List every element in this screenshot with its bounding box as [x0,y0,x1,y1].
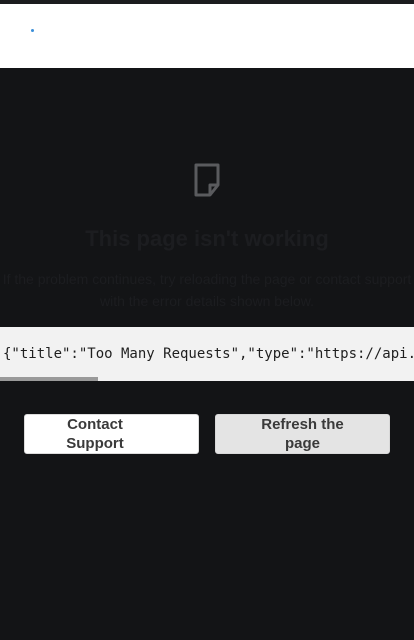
error-message-line: If the problem continues, try reloading … [2,271,412,287]
error-details-text: {"title":"Too Many Requests","type":"htt… [3,346,414,362]
header-bar [0,4,414,68]
file-icon [194,163,220,197]
refresh-page-button[interactable]: Refresh the page [215,414,390,454]
error-title: This page isn't working [85,226,329,251]
horizontal-scrollbar[interactable] [0,377,98,381]
contact-support-button[interactable]: Contact Support [24,414,199,454]
loading-indicator [31,29,34,32]
contact-support-label: Contact Support [66,416,124,452]
error-message: If the problem continues, try reloading … [0,268,414,312]
error-message-line: with the error details shown below. [100,293,314,309]
error-details-box[interactable]: {"title":"Too Many Requests","type":"htt… [0,327,414,381]
refresh-page-label: Refresh the page [261,416,344,452]
